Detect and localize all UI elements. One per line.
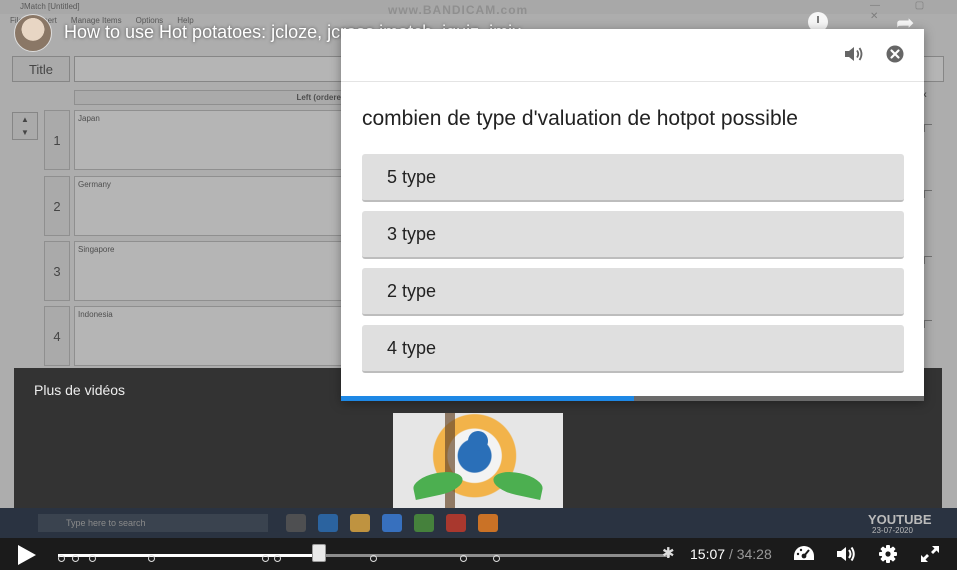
taskbar: Type here to search YOUTUBE 23-07-2020 bbox=[0, 508, 957, 538]
thumbnail-decoration bbox=[491, 468, 545, 500]
youtube-logo: YOUTUBE bbox=[868, 512, 932, 527]
taskbar-icons bbox=[286, 514, 498, 532]
app-icon bbox=[414, 514, 434, 532]
chapter-marker[interactable] bbox=[89, 555, 96, 562]
thumbnail-decoration bbox=[445, 413, 455, 508]
quiz-timer-fill bbox=[341, 396, 634, 401]
answer-option[interactable]: 2 type bbox=[362, 268, 904, 316]
fullscreen-icon[interactable] bbox=[919, 544, 941, 564]
taskbar-date: 23-07-2020 bbox=[872, 526, 913, 535]
chapter-marker[interactable] bbox=[148, 555, 155, 562]
video-thumbnail[interactable] bbox=[393, 413, 563, 508]
chapter-marker[interactable] bbox=[58, 555, 65, 562]
close-icon[interactable] bbox=[885, 44, 905, 64]
time-separator: / bbox=[728, 546, 733, 562]
progress-handle[interactable] bbox=[312, 544, 326, 562]
chapter-marker[interactable] bbox=[370, 555, 377, 562]
app-icon bbox=[382, 514, 402, 532]
answer-option[interactable]: 5 type bbox=[362, 154, 904, 202]
play-icon[interactable] bbox=[18, 545, 36, 565]
thumbnail-decoration bbox=[468, 431, 488, 451]
quiz-timer-bar bbox=[341, 396, 924, 401]
chapter-marker[interactable] bbox=[274, 555, 281, 562]
chapter-marker[interactable] bbox=[262, 555, 269, 562]
quiz-modal: combien de type d'valuation de hotpot po… bbox=[341, 29, 924, 401]
progress-bar[interactable] bbox=[58, 554, 670, 562]
more-videos-title: Plus de vidéos bbox=[34, 382, 126, 398]
end-marker-icon[interactable]: ✱ bbox=[662, 544, 675, 562]
chapter-marker[interactable] bbox=[72, 555, 79, 562]
speedometer-icon[interactable] bbox=[793, 544, 815, 564]
chapter-marker[interactable] bbox=[493, 555, 500, 562]
quiz-question: combien de type d'valuation de hotpot po… bbox=[362, 107, 798, 130]
taskview-icon bbox=[286, 514, 306, 532]
thumbnail-decoration bbox=[411, 468, 465, 500]
answer-option[interactable]: 3 type bbox=[362, 211, 904, 259]
gear-icon[interactable] bbox=[877, 544, 899, 564]
folder-icon bbox=[350, 514, 370, 532]
speaker-icon[interactable] bbox=[843, 44, 867, 64]
app-icon bbox=[446, 514, 466, 532]
taskbar-search: Type here to search bbox=[38, 514, 268, 532]
duration: 34:28 bbox=[736, 546, 772, 562]
answer-option[interactable]: 4 type bbox=[362, 325, 904, 373]
quiz-modal-header bbox=[341, 29, 924, 82]
time-display: 15:07 / 34:28 bbox=[690, 546, 772, 562]
app-icon bbox=[478, 514, 498, 532]
volume-icon[interactable] bbox=[835, 544, 857, 564]
chapter-marker[interactable] bbox=[460, 555, 467, 562]
player-controls: ✱ 15:07 / 34:28 bbox=[0, 538, 957, 570]
app-icon bbox=[318, 514, 338, 532]
current-time: 15:07 bbox=[690, 546, 726, 562]
channel-avatar[interactable] bbox=[14, 14, 52, 52]
